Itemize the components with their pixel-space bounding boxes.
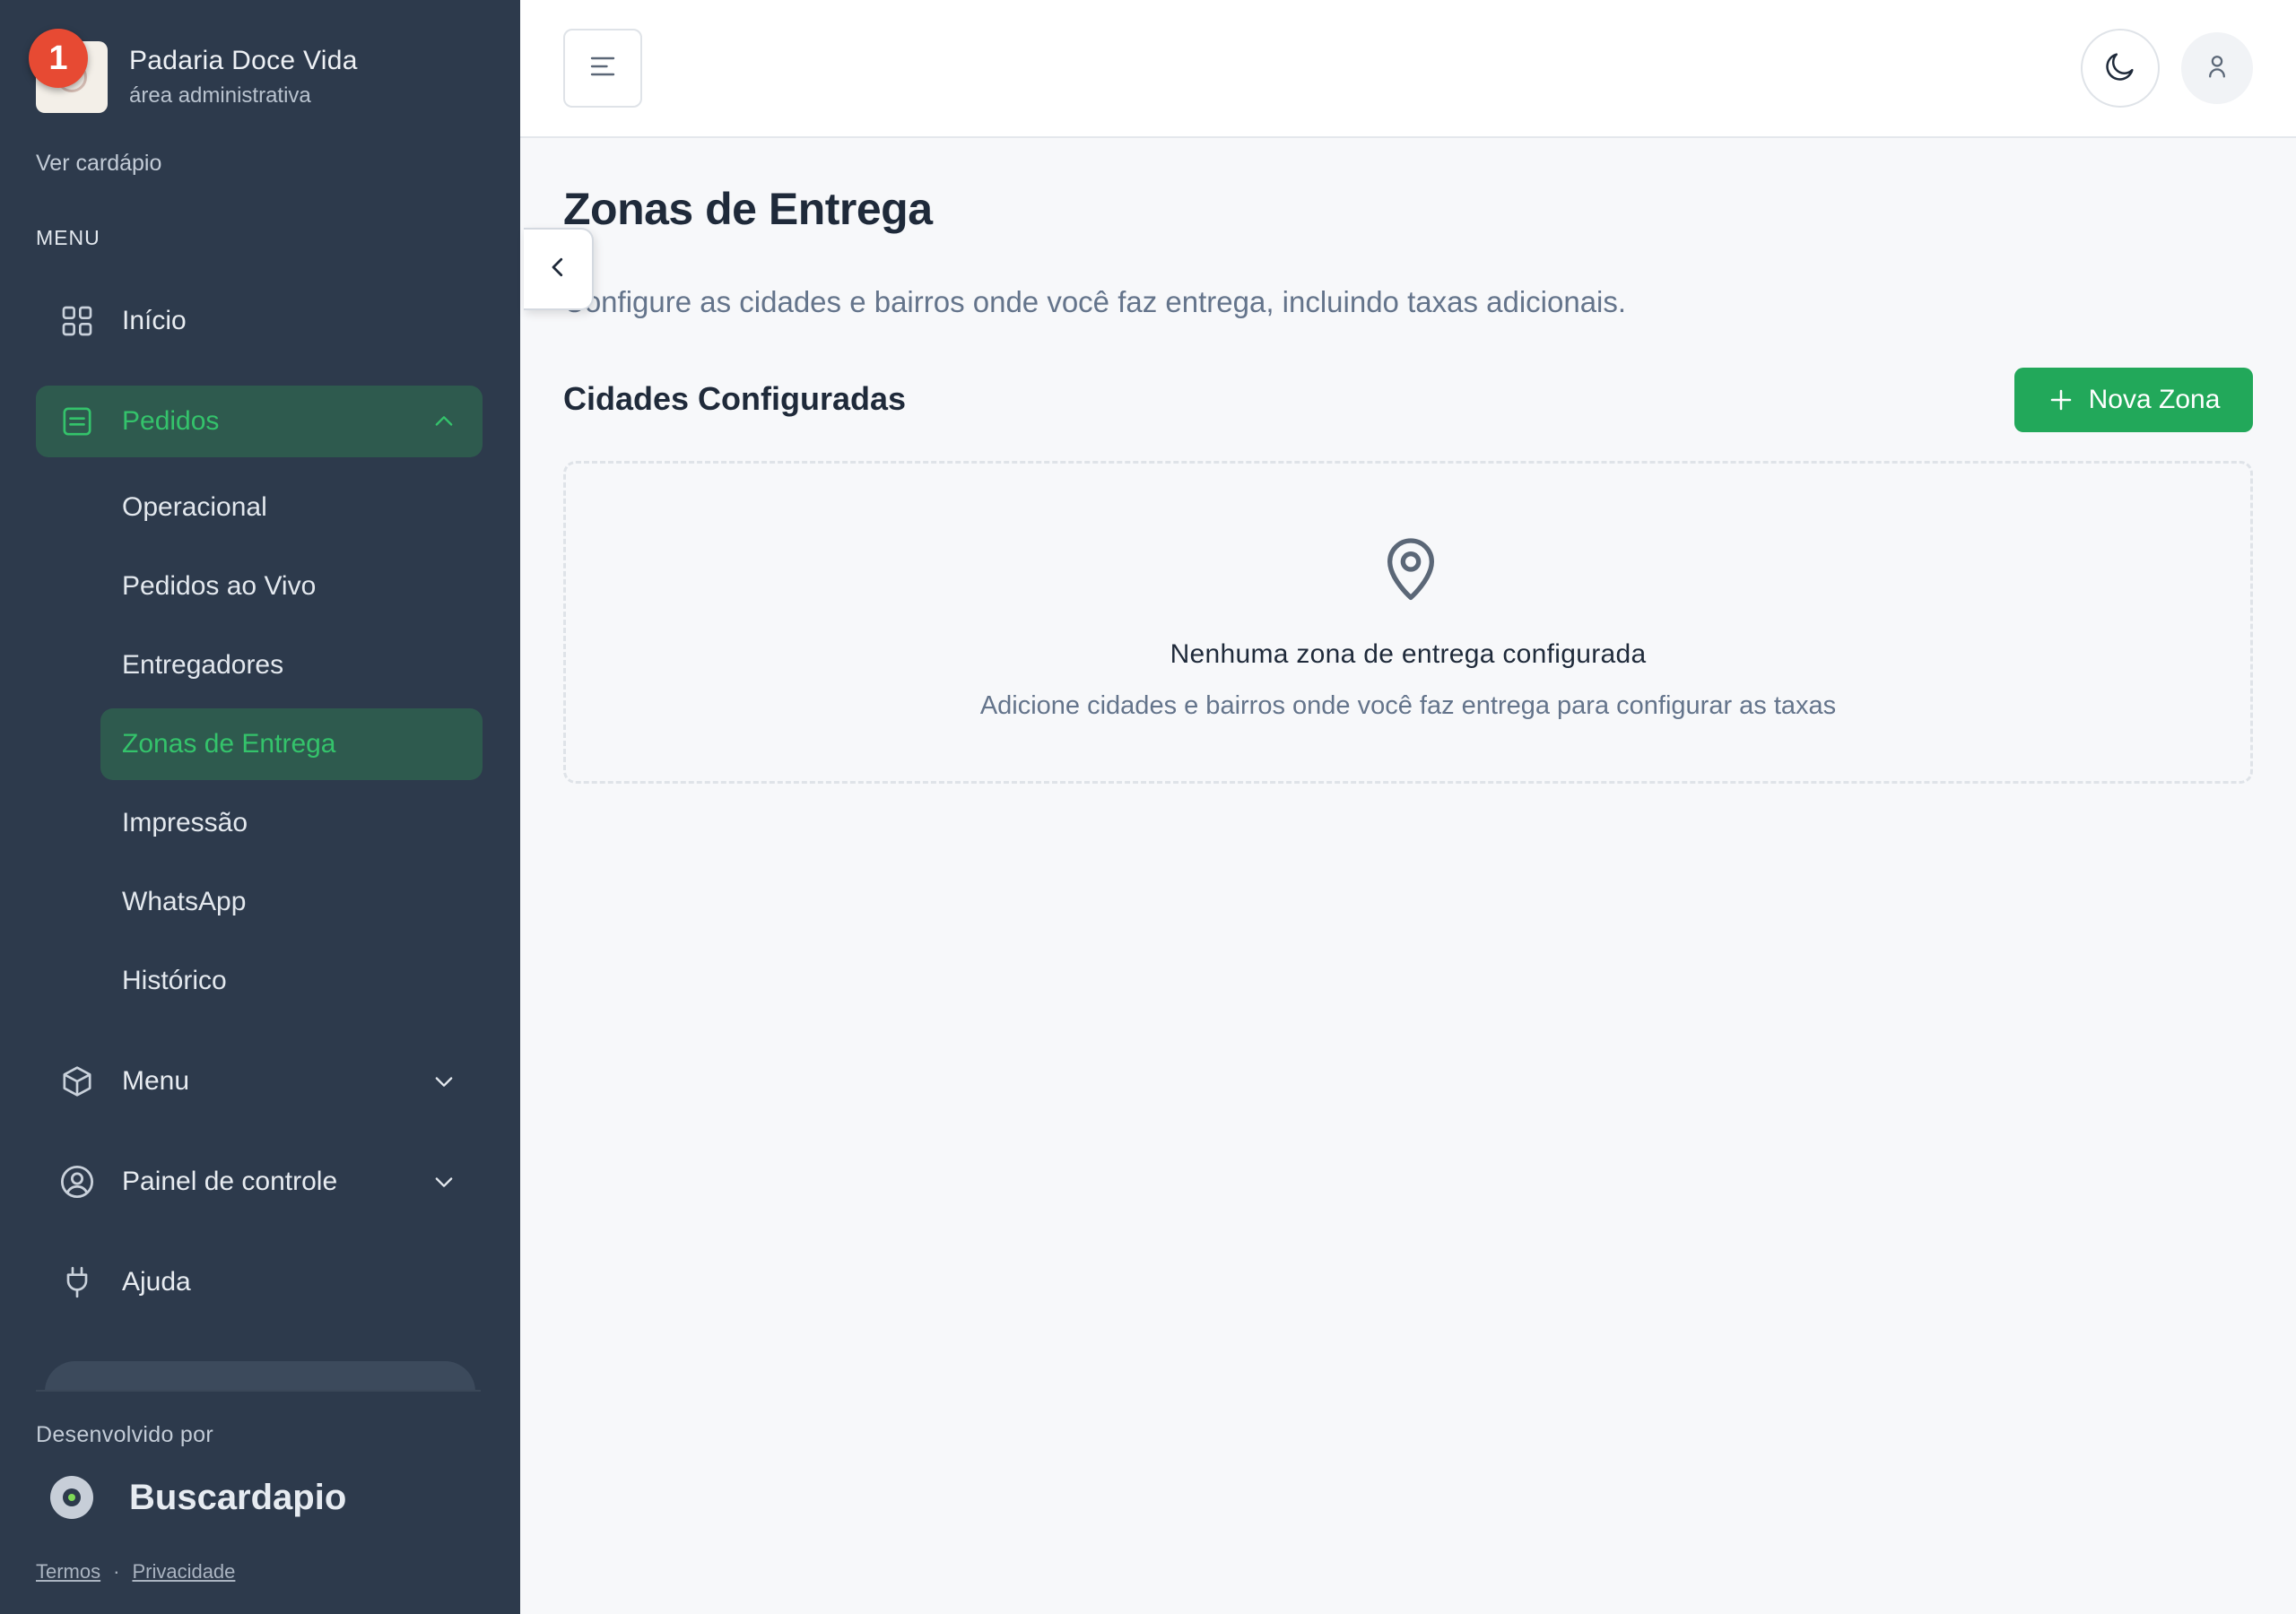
developer-brand[interactable]: Buscardapio (50, 1476, 346, 1519)
legal-separator: · (113, 1560, 120, 1583)
chevron-down-icon (430, 1068, 457, 1095)
sidebar-item-painel-de-controle[interactable]: Painel de controle (36, 1146, 483, 1218)
menu-icon (587, 50, 619, 87)
sidebar-divider (36, 1390, 481, 1392)
map-pin-icon (1375, 530, 1447, 605)
chevron-left-icon (544, 254, 571, 285)
privacy-link[interactable]: Privacidade (132, 1560, 235, 1583)
chevron-up-icon (430, 408, 457, 435)
receipt-icon (57, 402, 97, 441)
sidebar-subitem-impressao[interactable]: Impressão (100, 787, 483, 859)
terms-link[interactable]: Termos (36, 1560, 100, 1583)
menu-toggle-button[interactable] (563, 29, 642, 108)
collapse-sidebar-button[interactable] (524, 228, 594, 310)
section-title: Cidades Configuradas (563, 380, 907, 417)
empty-state-title: Nenhuma zona de entrega configurada (1170, 639, 1647, 669)
sidebar: 1 Padaria Doce Vida área administrativa … (0, 0, 520, 1614)
cube-icon (57, 1062, 97, 1101)
topbar (520, 0, 2296, 138)
brand-text: Padaria Doce Vida área administrativa (129, 46, 358, 108)
new-zone-button[interactable]: Nova Zona (2014, 368, 2253, 432)
sidebar-subitem-pedidos-ao-vivo[interactable]: Pedidos ao Vivo (100, 551, 483, 622)
sidebar-item-label: Início (122, 306, 187, 335)
new-zone-button-label: Nova Zona (2088, 385, 2221, 414)
plug-icon (57, 1263, 97, 1302)
sidebar-subitem-operacional[interactable]: Operacional (100, 472, 483, 543)
plus-icon (2048, 386, 2074, 413)
user-circle-icon (57, 1162, 97, 1202)
sidebar-item-label: Painel de controle (122, 1167, 338, 1196)
sidebar-subitem-zonas-de-entrega[interactable]: Zonas de Entrega (100, 708, 483, 780)
sidebar-item-inicio[interactable]: Início (36, 285, 483, 357)
empty-state: Nenhuma zona de entrega configurada Adic… (563, 461, 2253, 784)
grid-icon (57, 301, 97, 341)
empty-state-description: Adicione cidades e bairros onde você faz… (979, 691, 1837, 720)
menu-section-label: MENU (36, 226, 100, 249)
sidebar-subitem-entregadores[interactable]: Entregadores (100, 629, 483, 701)
moon-icon (2102, 48, 2138, 89)
legal-links: Termos · Privacidade (36, 1560, 235, 1584)
view-menu-link[interactable]: Ver cardápio (36, 151, 161, 177)
user-icon (2202, 51, 2232, 86)
page-description: Configure as cidades e bairros onde você… (563, 285, 1627, 318)
sidebar-item-label: Ajuda (122, 1267, 191, 1297)
sidebar-scroll-hint (45, 1361, 475, 1392)
sidebar-subitem-whatsapp[interactable]: WhatsApp (100, 866, 483, 938)
brand-name: Padaria Doce Vida (129, 46, 358, 75)
sidebar-item-ajuda[interactable]: Ajuda (36, 1246, 483, 1318)
developer-brand-name: Buscardapio (129, 1477, 347, 1517)
developed-by-label: Desenvolvido por (36, 1422, 213, 1447)
notification-badge[interactable]: 1 (29, 29, 88, 88)
sidebar-item-label: Pedidos (122, 406, 220, 436)
sidebar-subitem-historico[interactable]: Histórico (100, 945, 483, 1017)
brand-subtitle: área administrativa (129, 83, 311, 108)
sidebar-item-pedidos[interactable]: Pedidos (36, 386, 483, 457)
page-title: Zonas de Entrega (563, 184, 933, 234)
chevron-down-icon (430, 1168, 457, 1195)
sidebar-item-menu[interactable]: Menu (36, 1046, 483, 1117)
buscardapio-logo-icon (50, 1476, 93, 1519)
user-menu-button[interactable] (2181, 32, 2253, 104)
sidebar-item-label: Menu (122, 1066, 190, 1096)
theme-toggle-button[interactable] (2081, 29, 2160, 108)
